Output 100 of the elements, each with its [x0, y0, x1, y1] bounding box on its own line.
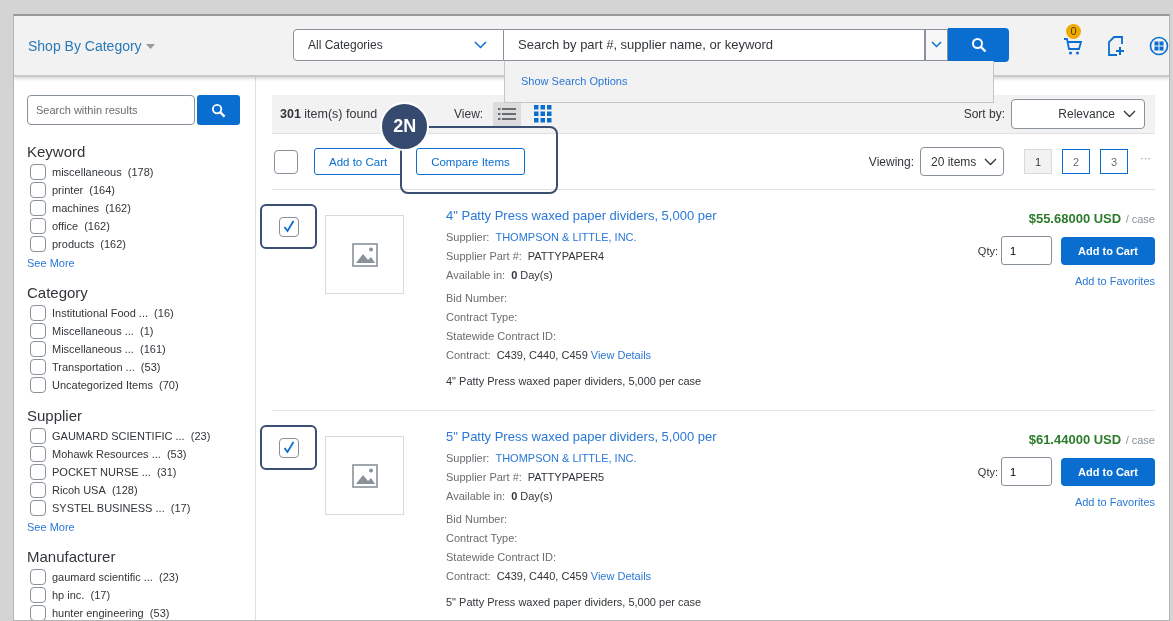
filter-option-label[interactable]: gaumard scientific ... (23) [52, 571, 179, 583]
sort-by-label: Sort by: [963, 107, 1005, 121]
product-description: 4" Patty Press waxed paper dividers, 5,000 per case [446, 375, 703, 387]
search-within-field[interactable]: Search within results [27, 95, 195, 125]
filter-checkbox[interactable] [30, 323, 46, 339]
filter-option-label[interactable]: Miscellaneous ... (161) [52, 343, 166, 355]
caret-icon [145, 44, 155, 49]
filter-option-label[interactable]: Institutional Food ... (16) [52, 307, 174, 319]
filter-checkbox[interactable] [30, 359, 46, 375]
see-more-link[interactable]: See More [27, 257, 75, 269]
filter-group-title: Category [27, 284, 89, 301]
cart-icon[interactable] [1063, 35, 1083, 56]
add-to-favorites-link[interactable]: Add to Favorites [1074, 496, 1155, 508]
page-button[interactable]: 2 [1062, 149, 1090, 174]
viewing-label: Viewing: [868, 154, 914, 169]
quantity-label: Qty: [977, 465, 998, 478]
filter-option-label[interactable]: hp inc. (17) [52, 589, 111, 601]
view-details-link[interactable]: View Details [590, 569, 652, 582]
field-label: Statewide Contract ID: [446, 550, 557, 563]
filter-checkbox[interactable] [30, 446, 46, 462]
quantity-field[interactable]: 1 [1001, 457, 1052, 486]
add-to-cart-button[interactable]: Add to Cart [314, 148, 403, 175]
contract-label: Contract: [446, 348, 491, 361]
filter-option-label[interactable]: machines (162) [52, 202, 131, 214]
filter-option-label[interactable]: printer (164) [52, 184, 115, 196]
filter-checkbox[interactable] [30, 464, 46, 480]
supplier-part-label: Supplier Part #: [446, 249, 522, 262]
page-button[interactable]: 1 [1024, 149, 1052, 174]
filter-checkbox[interactable] [30, 605, 46, 620]
filter-checkbox[interactable] [30, 587, 46, 603]
search-icon [211, 102, 226, 118]
filter-checkbox[interactable] [30, 428, 46, 444]
filter-checkbox[interactable] [30, 341, 46, 357]
add-to-cart-button[interactable]: Add to Cart [1061, 236, 1155, 265]
add-document-icon[interactable] [1107, 35, 1125, 56]
show-search-options-link[interactable]: Show Search Options [521, 74, 628, 87]
search-button[interactable] [197, 95, 240, 125]
sort-dropdown[interactable]: Relevance [1011, 99, 1145, 129]
supplier-label: Supplier: [446, 230, 490, 243]
supplier-part-value: PATTYPAPER4 [527, 249, 605, 262]
chevron-down-icon [474, 40, 487, 49]
item-checkbox[interactable] [278, 216, 299, 237]
select-all-checkbox[interactable] [274, 149, 298, 174]
product-title-link[interactable]: 4" Patty Press waxed paper dividers, 5,000 per [446, 208, 978, 223]
supplier-link[interactable]: THOMPSON & LITTLE, INC. [495, 451, 637, 464]
filter-option-label[interactable]: Ricoh USA (128) [52, 484, 138, 496]
filter-checkbox[interactable] [30, 182, 46, 198]
quantity-field[interactable]: 1 [1001, 236, 1052, 265]
product-description: 5" Patty Press waxed paper dividers, 5,000 per case [446, 596, 703, 608]
contract-value: C439, C440, C459 [496, 348, 588, 361]
filter-checkbox[interactable] [30, 236, 46, 252]
filter-option-label[interactable]: office (162) [52, 220, 110, 232]
add-to-cart-button[interactable]: Add to Cart [1061, 457, 1155, 486]
search-button[interactable] [948, 27, 1009, 62]
filter-option-label[interactable]: Miscellaneous ... (1) [52, 325, 154, 337]
filter-option-label[interactable]: Mohawk Resources ... (53) [52, 448, 187, 460]
shop-by-category-menu[interactable]: Shop By Category [28, 37, 293, 54]
filter-option-label[interactable]: products (162) [52, 238, 126, 250]
availability-value: 0 Day(s) [511, 489, 553, 502]
filter-group-title: Manufacturer [27, 548, 117, 565]
items-per-page-dropdown[interactable]: 20 items [920, 147, 1004, 176]
add-to-favorites-link[interactable]: Add to Favorites [1074, 275, 1155, 287]
filter-option-label[interactable]: SYSTEL BUSINESS ... (17) [52, 502, 191, 514]
filter-checkbox[interactable] [30, 377, 46, 393]
view-details-link[interactable]: View Details [590, 348, 652, 361]
compare-items-button[interactable]: Compare Items [416, 148, 525, 175]
category-dropdown[interactable]: All Categories [293, 28, 504, 61]
list-view-toggle[interactable] [493, 102, 522, 126]
filter-checkbox[interactable] [30, 305, 46, 321]
cart-count-badge: 0 [1066, 23, 1081, 39]
field-label: Contract Type: [446, 531, 518, 544]
filter-checkbox[interactable] [30, 200, 46, 216]
apps-grid-icon[interactable] [1149, 35, 1169, 56]
search-field[interactable]: Search by part #, supplier name, or keyword [504, 28, 925, 61]
filter-option-label[interactable]: Uncategorized Items (70) [52, 379, 179, 391]
page-button[interactable]: 3 [1100, 149, 1128, 174]
item-checkbox[interactable] [278, 437, 299, 458]
price-unit: / case [1125, 434, 1155, 446]
filter-option-label[interactable]: GAUMARD SCIENTIFIC ... (23) [52, 430, 211, 442]
filter-checkbox[interactable] [30, 500, 46, 516]
availability-label: Available in: [446, 268, 506, 281]
filter-option-label[interactable]: Transportation ... (53) [52, 361, 161, 373]
filter-option-label[interactable]: hunter engineering (53) [52, 607, 170, 619]
filter-checkbox[interactable] [30, 164, 46, 180]
filter-checkbox[interactable] [30, 569, 46, 585]
field-label: Statewide Contract ID: [446, 329, 557, 342]
see-more-link[interactable]: See More [27, 521, 75, 533]
filter-group-title: Keyword [27, 143, 87, 160]
search-dropdown-toggle[interactable] [925, 28, 948, 61]
field-label: Contract Type: [446, 310, 518, 323]
chevron-down-icon [1123, 110, 1136, 118]
supplier-link[interactable]: THOMPSON & LITTLE, INC. [495, 230, 637, 243]
filter-option-label[interactable]: POCKET NURSE ... (31) [52, 466, 177, 478]
filter-checkbox[interactable] [30, 218, 46, 234]
price: $61.44000 USD [1028, 432, 1122, 447]
contract-value: C439, C440, C459 [496, 569, 588, 582]
field-label: Bid Number: [446, 291, 508, 304]
filter-checkbox[interactable] [30, 482, 46, 498]
filter-option-label[interactable]: miscellaneous (178) [52, 166, 154, 178]
product-title-link[interactable]: 5" Patty Press waxed paper dividers, 5,000 per [446, 429, 978, 444]
